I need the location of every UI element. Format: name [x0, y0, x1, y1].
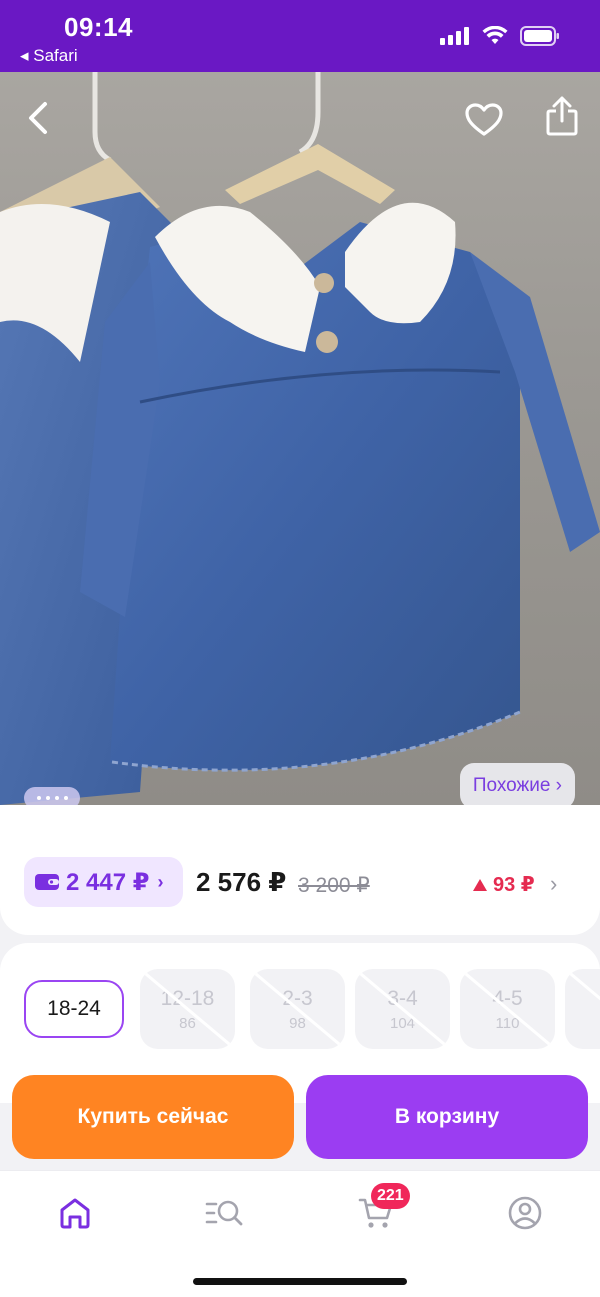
- unavailable-strike: [565, 969, 600, 1001]
- unavailable-strike: [355, 969, 450, 1049]
- price-change-value: 93 ₽: [493, 874, 535, 896]
- chevron-right-icon: ›: [157, 871, 164, 892]
- size-option-partial[interactable]: [565, 969, 600, 1049]
- wallet-price-chip[interactable]: 2 447 ₽ ›: [24, 857, 183, 907]
- home-indicator: [193, 1278, 407, 1285]
- purchase-actions: Купить сейчас В корзину: [0, 1075, 600, 1159]
- unavailable-strike: [250, 969, 345, 1049]
- size-label: 18-24: [47, 997, 101, 1020]
- triangle-up-icon: [473, 878, 487, 891]
- cart-count-badge: 221: [371, 1183, 410, 1209]
- product-page: 09:14 ◂ Safari Похожие › 2 447 ₽ › 2 576…: [0, 0, 600, 1297]
- back-button[interactable]: [16, 96, 60, 140]
- profile-icon: [508, 1196, 542, 1230]
- add-to-cart-button[interactable]: В корзину: [306, 1075, 588, 1159]
- catalog-search-icon: [205, 1200, 243, 1226]
- heart-outline-icon: [465, 103, 503, 136]
- tab-profile[interactable]: [503, 1191, 547, 1235]
- size-option-unavailable[interactable]: 4-5 110: [460, 969, 555, 1049]
- size-options: 18-24 12-18 86 2-3 98 3-4 104 4-5 110: [24, 969, 600, 1049]
- wallet-icon: [35, 874, 59, 890]
- status-bar: 09:14 ◂ Safari: [0, 0, 600, 72]
- gallery-page-indicator: [24, 787, 80, 805]
- status-time: 09:14: [64, 12, 133, 42]
- back-to-app-link[interactable]: ◂ Safari: [20, 46, 78, 66]
- buy-now-button[interactable]: Купить сейчас: [12, 1075, 294, 1159]
- price-card: 2 447 ₽ › 2 576 ₽ 3 200 ₽ 93 ₽ ›: [0, 805, 600, 935]
- old-price: 3 200 ₽: [298, 874, 370, 897]
- chevron-left-icon: [29, 102, 47, 134]
- share-icon: [546, 96, 578, 136]
- product-photo: [0, 72, 600, 805]
- current-price: 2 576 ₽: [196, 867, 287, 897]
- share-button[interactable]: [540, 94, 584, 138]
- wifi-icon: [482, 25, 508, 51]
- tab-catalog[interactable]: [202, 1191, 246, 1235]
- price-details-chevron[interactable]: ›: [550, 871, 557, 897]
- home-icon: [60, 1198, 90, 1229]
- tab-home[interactable]: [53, 1191, 97, 1235]
- size-option-selected[interactable]: 18-24: [24, 980, 124, 1038]
- unavailable-strike: [140, 969, 235, 1049]
- size-option-unavailable[interactable]: 2-3 98: [250, 969, 345, 1049]
- product-image-gallery[interactable]: Похожие ›: [0, 72, 600, 805]
- size-option-unavailable[interactable]: 12-18 86: [140, 969, 235, 1049]
- similar-button[interactable]: Похожие ›: [459, 763, 575, 805]
- price-change[interactable]: 93 ₽: [472, 872, 535, 897]
- status-icons: [440, 25, 560, 51]
- size-option-unavailable[interactable]: 3-4 104: [355, 969, 450, 1049]
- signal-icon: [440, 27, 470, 50]
- favorite-button[interactable]: [462, 98, 506, 142]
- unavailable-strike: [460, 969, 555, 1049]
- wallet-price: 2 447 ₽: [66, 868, 150, 896]
- battery-icon: [520, 26, 560, 51]
